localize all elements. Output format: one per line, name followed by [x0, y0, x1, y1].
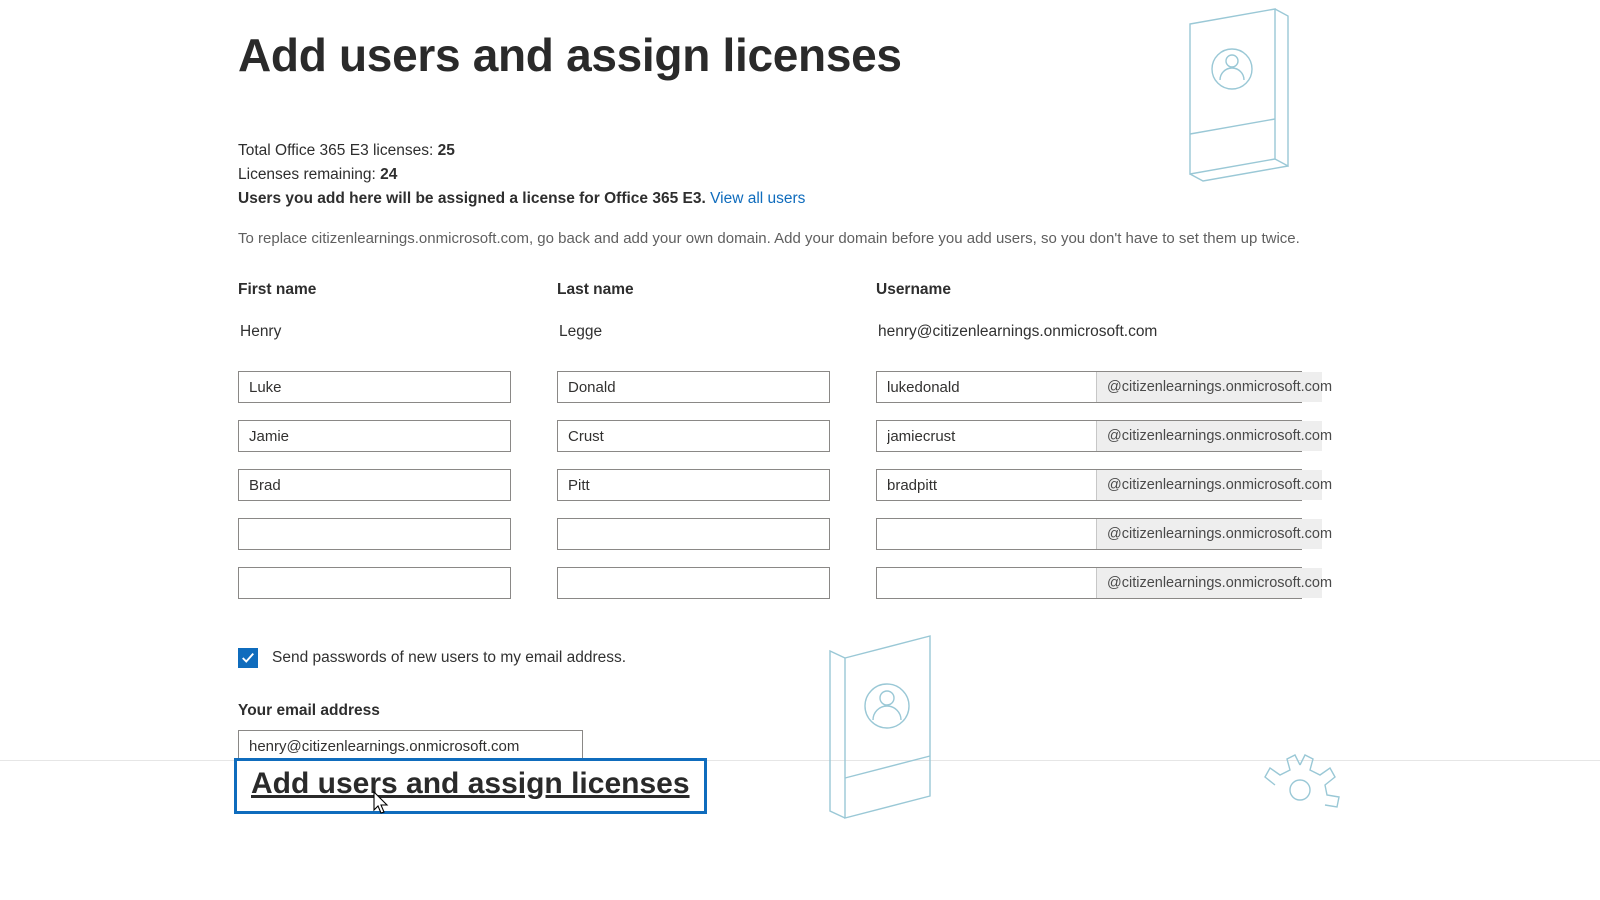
replace-domain-note: To replace citizenlearnings.onmicrosoft.… [238, 230, 1358, 247]
username-row-1: @citizenlearnings.onmicrosoft.com [876, 420, 1302, 452]
col-header-first-name: First name [238, 281, 511, 299]
send-passwords-label: Send passwords of new users to my email … [272, 649, 626, 667]
last-name-input-2[interactable] [557, 469, 830, 501]
remaining-licenses-value: 24 [380, 166, 397, 183]
view-all-users-link[interactable]: View all users [710, 190, 805, 207]
domain-suffix-0[interactable]: @citizenlearnings.onmicrosoft.com [1096, 372, 1322, 402]
send-passwords-row: Send passwords of new users to my email … [238, 648, 1358, 668]
static-username: henry@citizenlearnings.onmicrosoft.com [876, 323, 1302, 345]
add-users-submit-button[interactable]: Add users and assign licenses [234, 758, 707, 814]
gear-illustration [1255, 735, 1345, 825]
domain-suffix-1[interactable]: @citizenlearnings.onmicrosoft.com [1096, 421, 1322, 451]
col-header-last-name: Last name [557, 281, 830, 299]
domain-suffix-4[interactable]: @citizenlearnings.onmicrosoft.com [1096, 568, 1322, 598]
assign-note-text: Users you add here will be assigned a li… [238, 190, 710, 207]
username-input-0[interactable] [877, 372, 1096, 402]
check-icon [241, 651, 255, 665]
user-grid: First name Henry Last name Legge Usernam… [238, 281, 1358, 616]
page-title: Add users and assign licenses [238, 28, 1358, 82]
first-name-input-4[interactable] [238, 567, 511, 599]
last-name-input-1[interactable] [557, 420, 830, 452]
username-row-0: @citizenlearnings.onmicrosoft.com [876, 371, 1302, 403]
username-row-2: @citizenlearnings.onmicrosoft.com [876, 469, 1302, 501]
col-header-username: Username [876, 281, 1302, 299]
your-email-label: Your email address [238, 702, 1358, 720]
username-input-4[interactable] [877, 568, 1096, 598]
static-first-name: Henry [238, 323, 511, 345]
username-input-3[interactable] [877, 519, 1096, 549]
first-name-input-0[interactable] [238, 371, 511, 403]
send-passwords-checkbox[interactable] [238, 648, 258, 668]
total-licenses-value: 25 [438, 142, 455, 159]
first-name-input-1[interactable] [238, 420, 511, 452]
total-licenses-label: Total Office 365 E3 licenses: [238, 142, 438, 159]
domain-suffix-2[interactable]: @citizenlearnings.onmicrosoft.com [1096, 470, 1322, 500]
remaining-licenses-label: Licenses remaining: [238, 166, 380, 183]
remaining-licenses-line: Licenses remaining: 24 [238, 166, 1358, 184]
last-name-input-4[interactable] [557, 567, 830, 599]
username-input-1[interactable] [877, 421, 1096, 451]
first-name-input-2[interactable] [238, 469, 511, 501]
first-name-input-3[interactable] [238, 518, 511, 550]
domain-suffix-3[interactable]: @citizenlearnings.onmicrosoft.com [1096, 519, 1322, 549]
username-row-3: @citizenlearnings.onmicrosoft.com [876, 518, 1302, 550]
last-name-input-0[interactable] [557, 371, 830, 403]
total-licenses-line: Total Office 365 E3 licenses: 25 [238, 142, 1358, 160]
static-last-name: Legge [557, 323, 830, 345]
assign-note-line: Users you add here will be assigned a li… [238, 190, 1358, 208]
username-row-4: @citizenlearnings.onmicrosoft.com [876, 567, 1302, 599]
last-name-input-3[interactable] [557, 518, 830, 550]
username-input-2[interactable] [877, 470, 1096, 500]
user-card-illustration-bottom [815, 628, 955, 828]
